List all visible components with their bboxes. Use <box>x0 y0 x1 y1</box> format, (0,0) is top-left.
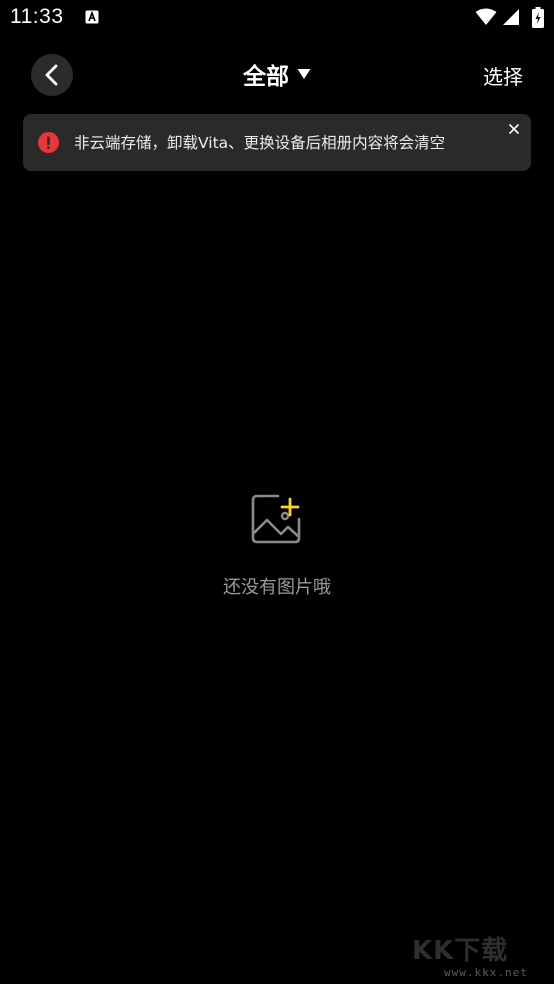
caret-down-icon <box>297 69 311 79</box>
notification-app-icon <box>85 10 99 24</box>
signal-icon <box>503 9 519 25</box>
select-button[interactable]: 选择 <box>483 61 523 90</box>
close-icon[interactable] <box>507 122 521 136</box>
notice-text: 非云端存储，卸载Vita、更换设备后相册内容将会清空 <box>74 134 446 152</box>
empty-state-message: 还没有图片哦 <box>223 577 331 598</box>
alert-icon <box>38 132 59 153</box>
watermark-logo: KK下载 <box>412 936 509 966</box>
album-screen: 11:33 全部 选择 非云端存储，卸载Vita、更换设备后相册内容将会清空 还… <box>0 0 554 984</box>
watermark-url: www.kkx.net <box>444 966 528 979</box>
page-title: 全部 <box>243 64 289 90</box>
album-filter-dropdown[interactable]: 全部 <box>0 58 554 90</box>
status-bar: 11:33 <box>0 0 554 36</box>
battery-icon <box>532 7 544 28</box>
status-time: 11:33 <box>10 5 64 28</box>
storage-notice-banner: 非云端存储，卸载Vita、更换设备后相册内容将会清空 <box>23 114 531 171</box>
wifi-icon <box>475 8 497 25</box>
add-image-icon <box>251 494 301 544</box>
